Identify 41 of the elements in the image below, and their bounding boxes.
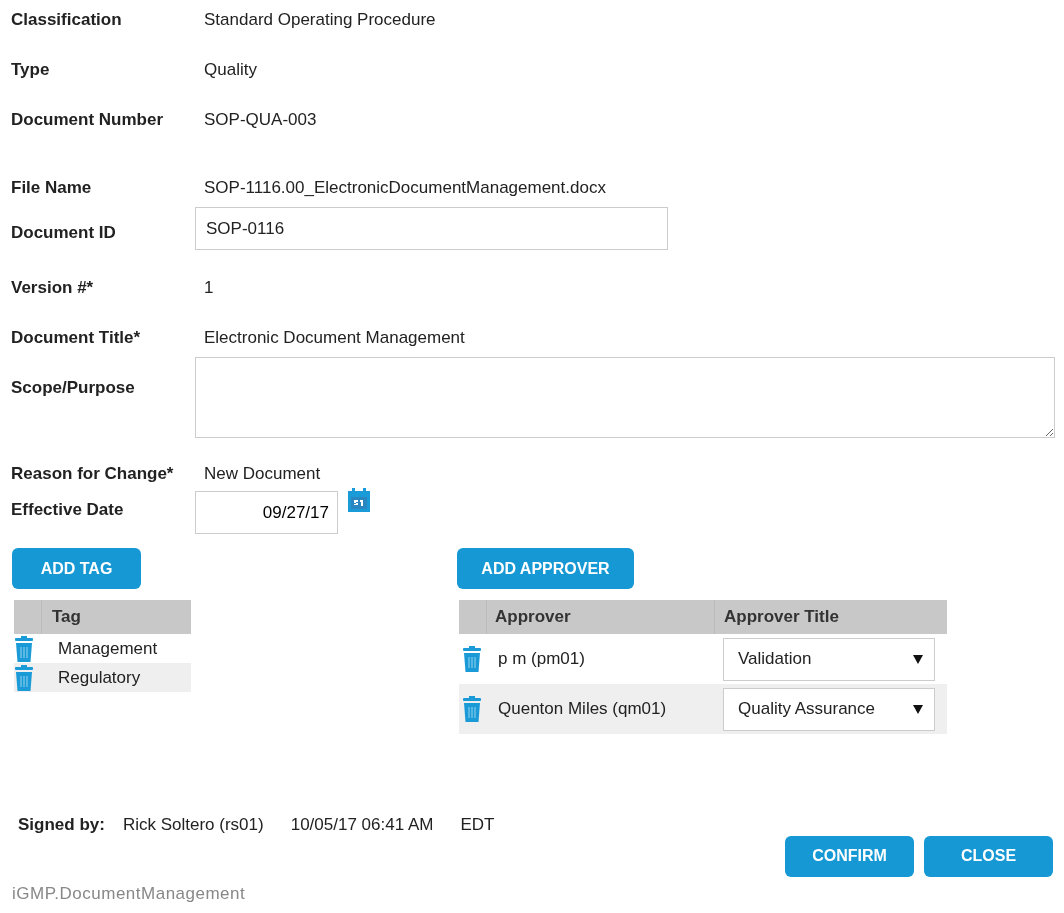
approver-name: Quenton Miles (qm01) — [498, 698, 668, 721]
field-value: Standard Operating Procedure — [204, 9, 436, 31]
caret-icon — [913, 704, 923, 714]
field-label: Document Title* — [10, 327, 142, 349]
trash-icon[interactable] — [14, 664, 34, 691]
column-header: Approver — [487, 600, 715, 634]
trash-icon[interactable] — [462, 646, 482, 672]
footer-text: iGMP.DocumentManagement — [11, 882, 247, 905]
field-value: 1 — [204, 277, 214, 299]
signed-datetime: 10/05/17 06:41 AM — [290, 814, 434, 836]
field-label: Document ID — [10, 222, 117, 244]
title-dropdown[interactable]: Quality Assurance — [723, 687, 935, 731]
title-dropdown[interactable]: Validation — [723, 637, 935, 681]
field-label: Reason for Change* — [10, 463, 175, 485]
field-label: Scope/Purpose — [10, 377, 136, 399]
trash-icon[interactable] — [462, 696, 482, 722]
column-header: Approver Title — [723, 606, 839, 629]
field-label: Classification — [10, 9, 123, 31]
field-label: Document Number — [10, 109, 165, 131]
field-label: Version #* — [10, 277, 95, 299]
tag-name: Management — [58, 637, 158, 660]
field-label: Effective Date — [10, 499, 125, 521]
approver-name: p m (pm01) — [498, 648, 586, 671]
field-label: File Name — [10, 177, 93, 199]
signer-name: Rick Soltero (rs01) — [122, 814, 264, 836]
field-label: Type — [10, 59, 51, 81]
field-value: SOP-1116.00_ElectronicDocumentManagement.docx — [204, 177, 606, 199]
field-value: Electronic Document Management — [204, 327, 465, 349]
scope-field[interactable] — [195, 357, 1055, 438]
document-id-field[interactable]: SOP-0116 — [195, 207, 668, 250]
trash-icon[interactable] — [14, 635, 34, 662]
column-header: Tag — [51, 606, 81, 629]
tag-name: Regulatory — [58, 666, 141, 689]
date-field[interactable]: 09/27/17 — [195, 491, 338, 534]
field-value: Quality — [204, 59, 257, 81]
field-value: New Document — [204, 463, 321, 485]
field-value: SOP-QUA-003 — [204, 109, 317, 131]
calendar-icon[interactable] — [348, 488, 370, 512]
caret-icon — [913, 654, 923, 664]
signed-by-label: Signed by: — [18, 814, 105, 836]
time-zone: EDT — [460, 814, 495, 836]
